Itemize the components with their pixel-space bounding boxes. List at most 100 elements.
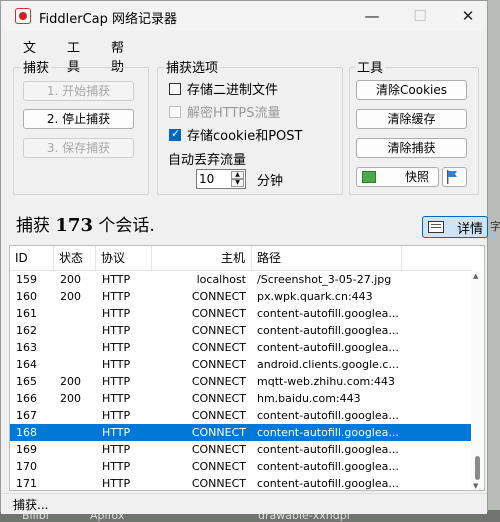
- column-header-id[interactable]: ID: [10, 246, 54, 270]
- cell-protocol: HTTP: [102, 460, 131, 473]
- decrypt-https-checkbox[interactable]: 解密HTTPS流量: [169, 102, 281, 121]
- table-row[interactable]: 168 HTTP CONNECT content-autofill.googlea..…: [10, 424, 471, 441]
- table-row[interactable]: 160 200 HTTP CONNECT px.wpk.quark.cn:443: [10, 288, 471, 305]
- session-list[interactable]: ID 状态 协议 主机 路径 159 200 HTTP localhost/Scree…: [9, 245, 485, 491]
- minimize-button[interactable]: —: [349, 1, 395, 31]
- auto-discard-label: 自动丢弃流量: [168, 153, 247, 168]
- save-capture-button[interactable]: 3. 保存捕获: [23, 138, 134, 158]
- flag-icon: [447, 170, 457, 184]
- details-button[interactable]: 详情: [422, 216, 488, 238]
- list-header: ID 状态 协议 主机 路径: [10, 246, 484, 271]
- column-header-host[interactable]: 主机: [152, 246, 252, 270]
- cell-status: 200: [60, 290, 81, 303]
- store-cookie-post-label: 存储cookie和POST: [187, 129, 303, 144]
- snapshot-button[interactable]: 快照: [356, 167, 439, 187]
- minutes-input[interactable]: [199, 171, 229, 187]
- clear-capture-button[interactable]: 清除捕获: [356, 138, 467, 158]
- details-list-icon: [428, 221, 444, 233]
- capture-options-label: 捕获选项: [164, 57, 221, 76]
- spin-down-icon[interactable]: ▼: [231, 179, 244, 187]
- cell-status: 200: [60, 375, 81, 388]
- fiddlercap-window: FiddlerCap 网络记录器 — ☐ ✕ 文件 工具 帮助 捕获 1. 开始…: [0, 0, 488, 514]
- table-row[interactable]: 170 HTTP CONNECT content-autofill.googlea..…: [10, 458, 471, 475]
- cell-host: CONNECT: [191, 409, 246, 422]
- clear-cookies-button[interactable]: 清除Cookies: [356, 80, 467, 100]
- checkbox-box[interactable]: [169, 105, 181, 118]
- minutes-spinner[interactable]: ▲ ▼: [196, 169, 246, 189]
- app-record-icon: [15, 8, 31, 24]
- status-text: 捕获...: [13, 498, 49, 512]
- cell-id: 160: [16, 290, 37, 303]
- table-row[interactable]: 169 HTTP CONNECT content-autofill.googlea..…: [10, 441, 471, 458]
- table-row[interactable]: 163 HTTP CONNECT content-autofill.googlea..…: [10, 339, 471, 356]
- summary-suffix: 个会话.: [98, 216, 155, 236]
- capture-group-label: 捕获: [21, 57, 52, 76]
- details-label: 详情: [457, 222, 484, 237]
- cell-protocol: HTTP: [102, 409, 131, 422]
- cell-host: CONNECT: [191, 358, 246, 371]
- table-row[interactable]: 171 HTTP CONNECT content-autofill.googlea..…: [10, 475, 471, 490]
- cell-host: localhost: [196, 273, 246, 286]
- cell-host: CONNECT: [191, 290, 246, 303]
- cell-path: hm.baidu.com:443: [257, 392, 361, 405]
- cell-protocol: HTTP: [102, 358, 131, 371]
- flag-button[interactable]: [442, 167, 467, 187]
- cell-path: android.clients.google.c...: [257, 358, 399, 371]
- decrypt-https-label: 解密HTTPS流量: [187, 106, 281, 121]
- cell-id: 161: [16, 307, 37, 320]
- cell-path: content-autofill.googlea...: [257, 443, 399, 456]
- cell-id: 166: [16, 392, 37, 405]
- cell-id: 169: [16, 443, 37, 456]
- start-capture-button[interactable]: 1. 开始捕获: [23, 81, 134, 101]
- window-title: FiddlerCap 网络记录器: [39, 12, 178, 27]
- cell-host: CONNECT: [191, 324, 246, 337]
- cell-path: content-autofill.googlea...: [257, 477, 399, 490]
- column-header-path[interactable]: 路径: [252, 246, 402, 270]
- cell-path: /Screenshot_3-05-27.jpg: [257, 273, 392, 286]
- store-cookie-post-checkbox[interactable]: 存储cookie和POST: [169, 125, 302, 144]
- cell-host: CONNECT: [191, 307, 246, 320]
- cell-path: content-autofill.googlea...: [257, 324, 399, 337]
- cell-status: 200: [60, 392, 81, 405]
- store-binary-label: 存储二进制文件: [187, 83, 279, 98]
- table-row[interactable]: 165 200 HTTP CONNECT mqtt-web.zhihu.com:443: [10, 373, 471, 390]
- spin-up-icon[interactable]: ▲: [231, 171, 244, 179]
- scroll-thumb[interactable]: [475, 456, 480, 480]
- status-bar: 捕获...: [1, 493, 487, 514]
- maximize-button[interactable]: ☐: [397, 1, 443, 31]
- store-binary-checkbox[interactable]: 存储二进制文件: [169, 79, 278, 98]
- checkbox-box-checked[interactable]: [169, 127, 181, 141]
- title-bar[interactable]: FiddlerCap 网络记录器 — ☐ ✕: [1, 1, 487, 31]
- cell-path: mqtt-web.zhihu.com:443: [257, 375, 395, 388]
- cell-id: 163: [16, 341, 37, 354]
- table-row[interactable]: 167 HTTP CONNECT content-autofill.googlea..…: [10, 407, 471, 424]
- table-row[interactable]: 162 HTTP CONNECT content-autofill.googlea..…: [10, 322, 471, 339]
- cell-host: CONNECT: [191, 392, 246, 405]
- cell-path: content-autofill.googlea...: [257, 460, 399, 473]
- vertical-scrollbar[interactable]: ▲ ▼: [471, 270, 484, 490]
- cell-id: 164: [16, 358, 37, 371]
- cell-protocol: HTTP: [102, 341, 131, 354]
- cell-path: px.wpk.quark.cn:443: [257, 290, 373, 303]
- camera-icon: [362, 171, 376, 183]
- table-row[interactable]: 161 HTTP CONNECT content-autofill.googlea..…: [10, 305, 471, 322]
- cell-host: CONNECT: [191, 460, 246, 473]
- table-row[interactable]: 166 200 HTTP CONNECT hm.baidu.com:443: [10, 390, 471, 407]
- scroll-up-icon[interactable]: ▲: [473, 272, 478, 280]
- cell-protocol: HTTP: [102, 477, 131, 490]
- table-row[interactable]: 164 HTTP CONNECT android.clients.google.c..…: [10, 356, 471, 373]
- cell-id: 167: [16, 409, 37, 422]
- stop-capture-button[interactable]: 2. 停止捕获: [23, 109, 134, 129]
- desktop-background-right: 字: [488, 0, 500, 522]
- cell-path: content-autofill.googlea...: [257, 409, 399, 422]
- clear-cache-button[interactable]: 清除缓存: [356, 109, 467, 129]
- cell-protocol: HTTP: [102, 443, 131, 456]
- column-header-status[interactable]: 状态: [54, 246, 96, 270]
- cell-host: CONNECT: [191, 443, 246, 456]
- tools-group-label: 工具: [355, 57, 386, 76]
- column-header-protocol[interactable]: 协议: [96, 246, 152, 270]
- checkbox-box[interactable]: [169, 82, 181, 95]
- scroll-down-icon[interactable]: ▼: [473, 482, 478, 490]
- table-row[interactable]: 159 200 HTTP localhost/Screenshot_3-05-27.j…: [10, 271, 471, 288]
- close-button[interactable]: ✕: [445, 1, 491, 31]
